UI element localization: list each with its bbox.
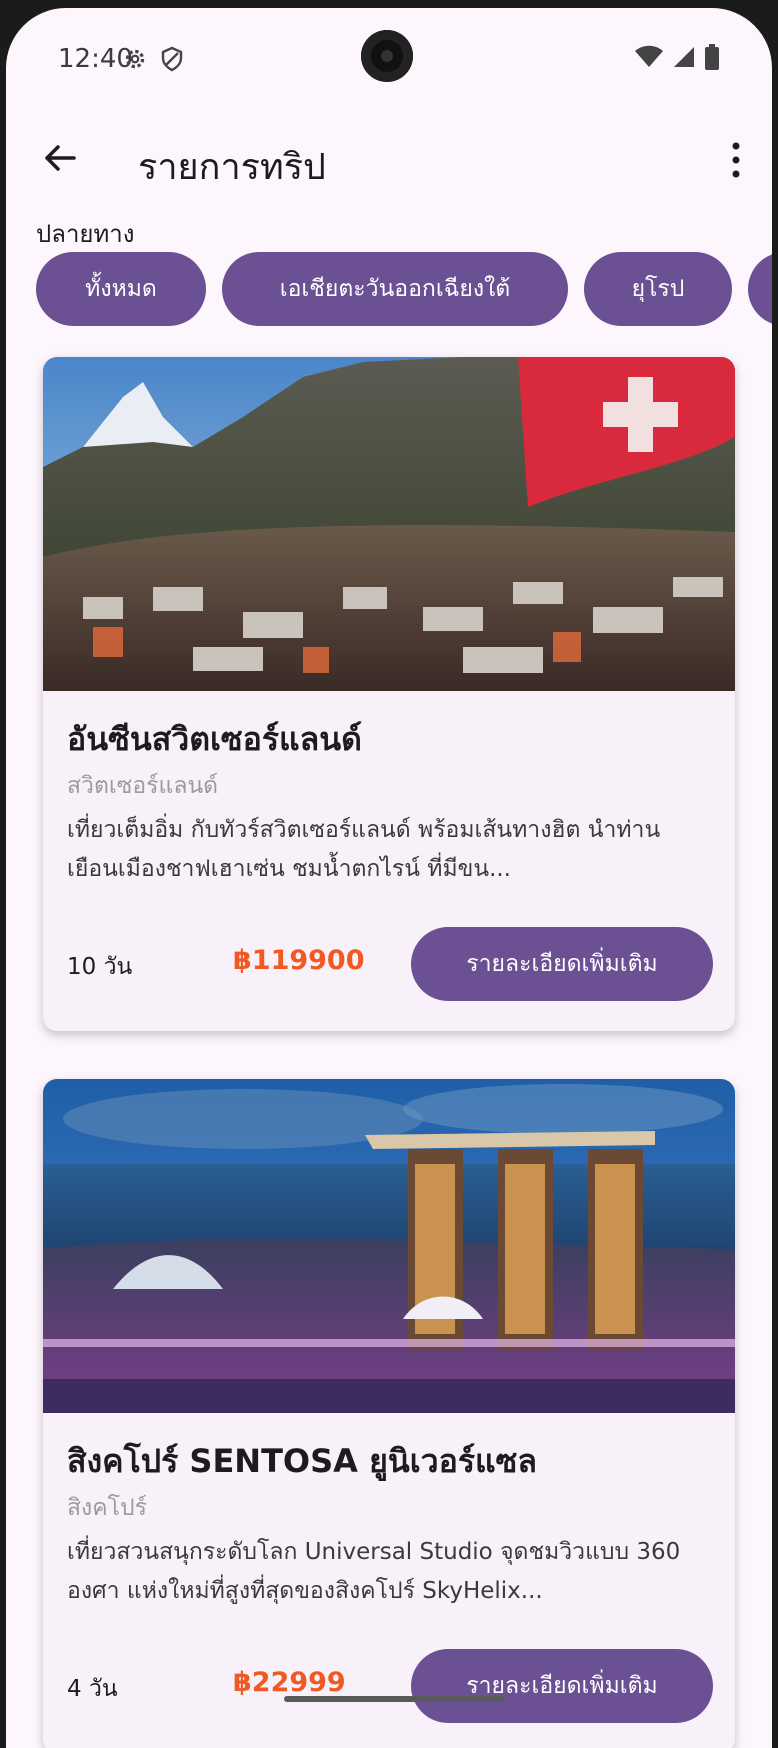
chip-europe[interactable]: ยุโรป xyxy=(584,252,732,326)
trip-card[interactable]: อันซีนสวิตเซอร์แลนด์ สวิตเซอร์แลนด์ เที่… xyxy=(43,357,735,1031)
settings-icon xyxy=(125,49,145,69)
more-details-button[interactable]: รายละเอียดเพิ่มเติม xyxy=(411,1649,713,1723)
chip-all[interactable]: ทั้งหมด xyxy=(36,252,206,326)
system-icons xyxy=(634,44,720,70)
signal-icon xyxy=(674,47,694,67)
home-indicator[interactable] xyxy=(284,1696,504,1702)
destination-chips: ทั้งหมด เอเชียตะวันออกเฉียงใต้ ยุโรป xyxy=(36,252,772,326)
destination-filter-label: ปลายทาง xyxy=(36,220,135,248)
trip-title: อันซีนสวิตเซอร์แลนด์ xyxy=(67,720,362,758)
chip-partial[interactable] xyxy=(748,252,772,326)
trip-price: ฿119900 xyxy=(233,945,365,976)
trip-image-switzerland xyxy=(43,357,735,691)
shield-icon xyxy=(161,46,183,72)
trip-title: สิงคโปร์ SENTOSA ยูนิเวอร์แซล xyxy=(67,1442,537,1480)
battery-icon xyxy=(705,44,719,70)
trip-country: สิงคโปร์ xyxy=(67,1495,147,1521)
trip-image-singapore xyxy=(43,1079,735,1413)
trip-country: สวิตเซอร์แลนด์ xyxy=(67,773,219,799)
trip-description: เที่ยวเต็มอิ่ม กับทัวร์สวิตเซอร์แลนด์ พร… xyxy=(67,817,661,882)
back-arrow-icon[interactable] xyxy=(40,138,80,178)
status-bar: 12:40 xyxy=(6,8,772,108)
trip-duration: 10 วัน xyxy=(67,954,133,980)
trip-card[interactable]: สิงคโปร์ SENTOSA ยูนิเวอร์แซล สิงคโปร์ เ… xyxy=(43,1079,735,1748)
trip-description: เที่ยวสวนสนุกระดับโลก Universal Studio จ… xyxy=(67,1539,681,1604)
trip-price: ฿22999 xyxy=(233,1667,346,1698)
front-camera xyxy=(361,30,413,82)
chip-southeast-asia[interactable]: เอเชียตะวันออกเฉียงใต้ xyxy=(222,252,568,326)
trip-footer: 10 วัน ฿119900 รายละเอียดเพิ่มเติม xyxy=(67,927,713,1001)
wifi-icon xyxy=(635,45,663,67)
trip-footer: 4 วัน ฿22999 รายละเอียดเพิ่มเติม xyxy=(67,1649,713,1723)
screen: 12:40 รายการทริป ปลายทาง ทั้งหมด เอเชียต… xyxy=(6,8,772,1748)
more-details-button[interactable]: รายละเอียดเพิ่มเติม xyxy=(411,927,713,1001)
trip-duration: 4 วัน xyxy=(67,1676,118,1702)
more-options-icon[interactable] xyxy=(726,140,746,180)
top-app-bar: รายการทริป xyxy=(6,118,772,198)
page-title: รายการทริป xyxy=(138,147,326,188)
